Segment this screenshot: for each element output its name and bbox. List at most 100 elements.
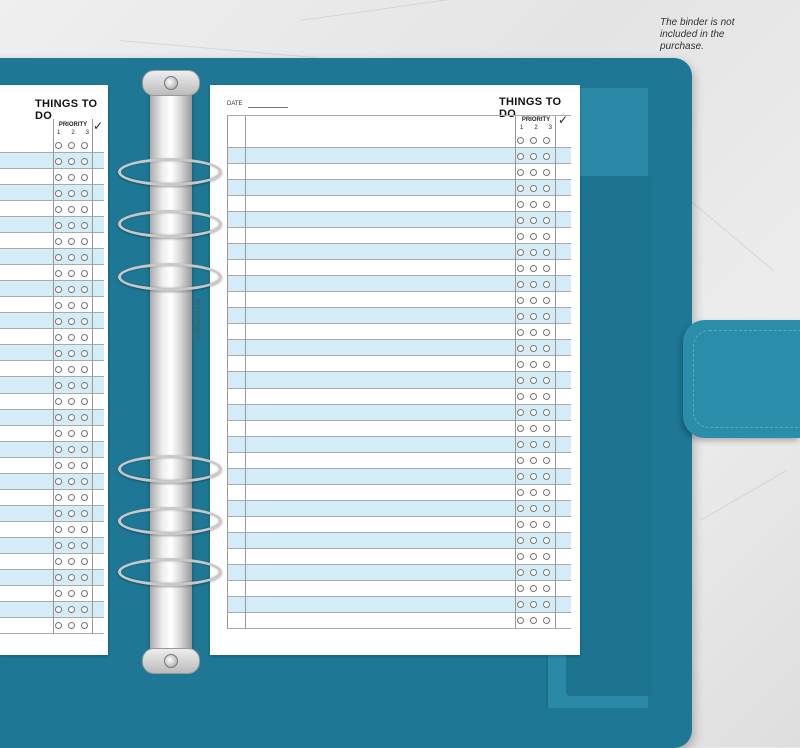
task-row[interactable]	[227, 549, 571, 565]
priority-2-circle[interactable]	[530, 360, 537, 368]
priority-1-circle[interactable]	[517, 184, 524, 192]
priority-3-circle[interactable]	[543, 200, 550, 208]
priority-1-circle[interactable]	[55, 574, 62, 582]
task-row[interactable]	[0, 490, 104, 506]
task-row[interactable]	[0, 361, 104, 378]
priority-1-circle[interactable]	[517, 280, 524, 288]
task-row[interactable]	[227, 404, 571, 421]
priority-1-circle[interactable]	[517, 344, 524, 352]
priority-2-circle[interactable]	[68, 253, 75, 261]
task-row[interactable]	[227, 148, 571, 165]
priority-2-circle[interactable]	[530, 617, 537, 625]
priority-2-circle[interactable]	[530, 344, 537, 352]
priority-2-circle[interactable]	[68, 301, 75, 309]
priority-2-circle[interactable]	[530, 232, 537, 240]
task-row[interactable]	[227, 244, 571, 261]
priority-3-circle[interactable]	[81, 189, 88, 197]
task-row[interactable]	[0, 297, 104, 314]
priority-3-circle[interactable]	[81, 285, 88, 293]
task-row[interactable]	[227, 436, 571, 453]
task-row[interactable]	[227, 517, 571, 533]
task-row[interactable]	[0, 554, 104, 570]
priority-2-circle[interactable]	[530, 376, 537, 384]
priority-3-circle[interactable]	[543, 457, 550, 465]
priority-1-circle[interactable]	[55, 414, 62, 422]
priority-3-circle[interactable]	[81, 157, 88, 165]
priority-2-circle[interactable]	[68, 269, 75, 277]
priority-3-circle[interactable]	[543, 376, 550, 384]
task-row[interactable]	[0, 426, 104, 442]
task-row[interactable]	[227, 308, 571, 325]
priority-3-circle[interactable]	[81, 590, 88, 598]
priority-1-circle[interactable]	[55, 237, 62, 245]
priority-2-circle[interactable]	[68, 574, 75, 582]
priority-3-circle[interactable]	[81, 446, 88, 454]
priority-1-circle[interactable]	[55, 381, 62, 389]
priority-1-circle[interactable]	[517, 409, 524, 417]
priority-3-circle[interactable]	[543, 425, 550, 433]
date-field[interactable]	[248, 107, 288, 108]
priority-1-circle[interactable]	[55, 622, 62, 630]
priority-3-circle[interactable]	[543, 601, 550, 609]
priority-2-circle[interactable]	[530, 409, 537, 417]
priority-2-circle[interactable]	[530, 136, 537, 144]
priority-3-circle[interactable]	[81, 333, 88, 341]
priority-1-circle[interactable]	[517, 312, 524, 320]
priority-2-circle[interactable]	[68, 526, 75, 534]
priority-1-circle[interactable]	[55, 269, 62, 277]
priority-2-circle[interactable]	[530, 393, 537, 401]
task-row[interactable]	[227, 356, 571, 373]
priority-3-circle[interactable]	[81, 173, 88, 181]
priority-2-circle[interactable]	[530, 216, 537, 224]
priority-2-circle[interactable]	[68, 558, 75, 566]
priority-1-circle[interactable]	[517, 441, 524, 449]
task-row[interactable]	[227, 389, 571, 405]
priority-3-circle[interactable]	[81, 317, 88, 325]
priority-2-circle[interactable]	[68, 349, 75, 357]
priority-3-circle[interactable]	[543, 617, 550, 625]
task-row[interactable]	[227, 340, 571, 357]
task-row[interactable]	[227, 324, 571, 341]
priority-2-circle[interactable]	[68, 622, 75, 630]
task-row[interactable]	[0, 505, 104, 522]
priority-1-circle[interactable]	[55, 333, 62, 341]
task-row[interactable]	[0, 217, 104, 234]
task-row[interactable]	[0, 345, 104, 362]
priority-3-circle[interactable]	[543, 264, 550, 272]
priority-1-circle[interactable]	[55, 349, 62, 357]
priority-1-circle[interactable]	[55, 301, 62, 309]
priority-2-circle[interactable]	[530, 585, 537, 593]
priority-1-circle[interactable]	[517, 457, 524, 465]
priority-1-circle[interactable]	[55, 285, 62, 293]
priority-1-circle[interactable]	[517, 569, 524, 577]
priority-3-circle[interactable]	[543, 232, 550, 240]
priority-2-circle[interactable]	[530, 553, 537, 561]
priority-2-circle[interactable]	[68, 317, 75, 325]
priority-2-circle[interactable]	[530, 569, 537, 577]
priority-1-circle[interactable]	[517, 473, 524, 481]
task-row[interactable]	[227, 180, 571, 197]
priority-3-circle[interactable]	[81, 381, 88, 389]
priority-2-circle[interactable]	[530, 489, 537, 497]
priority-1-circle[interactable]	[517, 360, 524, 368]
task-row[interactable]	[0, 153, 104, 170]
priority-3-circle[interactable]	[81, 622, 88, 630]
priority-2-circle[interactable]	[68, 590, 75, 598]
priority-2-circle[interactable]	[530, 601, 537, 609]
priority-1-circle[interactable]	[55, 478, 62, 486]
priority-3-circle[interactable]	[81, 558, 88, 566]
priority-1-circle[interactable]	[55, 542, 62, 550]
task-row[interactable]	[227, 613, 571, 629]
priority-2-circle[interactable]	[68, 430, 75, 438]
task-row[interactable]	[0, 233, 104, 250]
priority-1-circle[interactable]	[55, 494, 62, 502]
priority-1-circle[interactable]	[517, 505, 524, 513]
priority-2-circle[interactable]	[530, 184, 537, 192]
priority-1-circle[interactable]	[517, 248, 524, 256]
priority-2-circle[interactable]	[530, 312, 537, 320]
priority-3-circle[interactable]	[543, 280, 550, 288]
priority-1-circle[interactable]	[55, 606, 62, 614]
priority-2-circle[interactable]	[68, 237, 75, 245]
priority-3-circle[interactable]	[543, 168, 550, 176]
priority-3-circle[interactable]	[543, 441, 550, 449]
